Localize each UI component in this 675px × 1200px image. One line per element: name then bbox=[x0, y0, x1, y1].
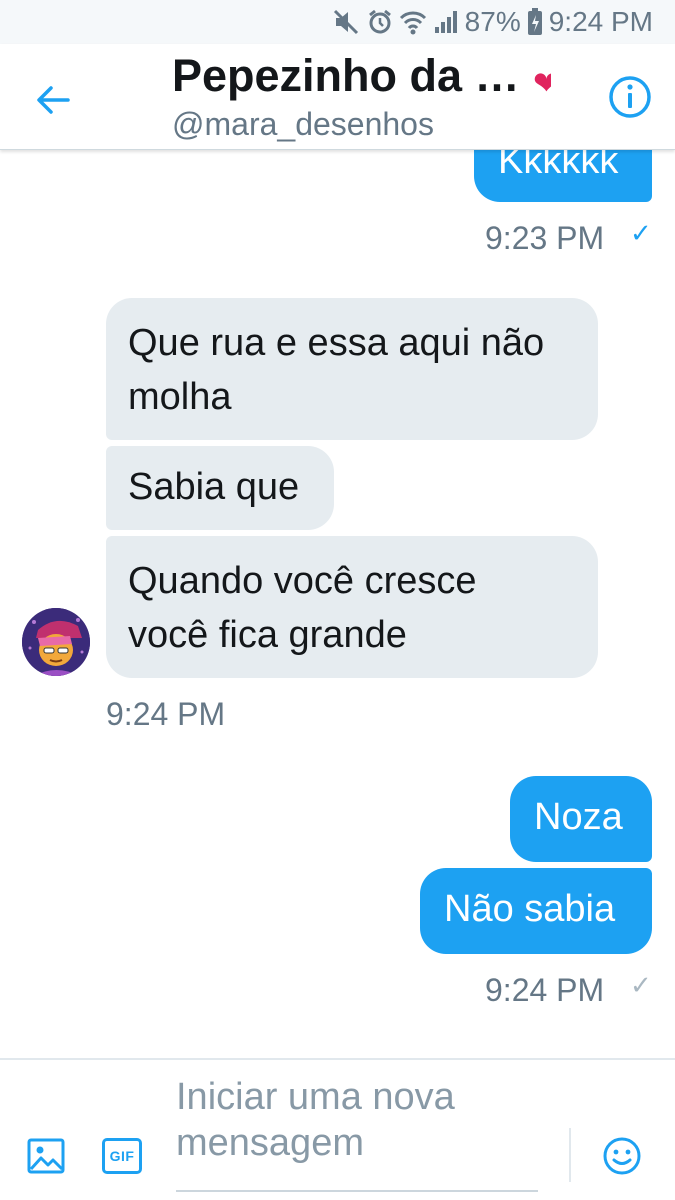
message-text: Kkkkkk bbox=[498, 150, 619, 182]
conversation-handle[interactable]: @mara_desenhos bbox=[172, 106, 434, 143]
message-timestamp: 9:23 PM bbox=[485, 220, 605, 256]
conversation-title[interactable]: Pepezinho da … bbox=[172, 50, 520, 102]
mute-icon bbox=[333, 9, 358, 35]
message-timestamp: 9:24 PM bbox=[106, 696, 226, 732]
message-input-placeholder: mensagem bbox=[176, 1122, 364, 1164]
composer-divider bbox=[569, 1128, 571, 1182]
sent-check-icon: ✓ bbox=[630, 970, 652, 1000]
image-icon bbox=[27, 1138, 65, 1174]
smiley-icon bbox=[603, 1137, 641, 1175]
message-input-placeholder: Iniciar uma nova bbox=[176, 1076, 455, 1118]
emoji-button[interactable] bbox=[602, 1136, 642, 1176]
status-time: 9:24 PM bbox=[548, 6, 653, 37]
status-bar: 87% 9:24 PM bbox=[0, 0, 675, 44]
heart-emoji-icon: ❤ bbox=[533, 66, 551, 100]
sender-avatar[interactable] bbox=[22, 608, 90, 676]
message-composer: GIF Iniciar uma nova mensagem bbox=[0, 1058, 675, 1200]
message-text: Noza bbox=[534, 796, 623, 838]
add-photo-button[interactable] bbox=[26, 1136, 66, 1176]
message-list[interactable]: Kkkkkk 9:23 PM ✓ Que rua e essa aqui não… bbox=[0, 150, 675, 1058]
info-icon bbox=[609, 76, 651, 118]
signal-icon bbox=[434, 11, 457, 33]
avatar-illustration-icon bbox=[22, 608, 90, 676]
alarm-icon bbox=[368, 9, 391, 34]
status-icons: 87% 9:24 PM bbox=[333, 6, 653, 38]
back-button[interactable] bbox=[30, 80, 76, 120]
message-timestamp: 9:24 PM bbox=[485, 972, 605, 1008]
message-text-line: Que rua e essa aqui não bbox=[128, 322, 545, 364]
back-arrow-icon bbox=[37, 86, 70, 114]
sent-check-icon: ✓ bbox=[630, 218, 652, 248]
info-button[interactable] bbox=[607, 74, 653, 120]
message-input[interactable]: Iniciar uma nova mensagem bbox=[176, 1074, 538, 1192]
conversation-header: Pepezinho da … ❤ @mara_desenhos bbox=[0, 44, 675, 150]
message-text-line: você fica grande bbox=[128, 614, 407, 656]
received-message-bubble[interactable]: Sabia que bbox=[106, 446, 334, 530]
battery-percent: 87% bbox=[464, 6, 521, 37]
message-text: Não sabia bbox=[444, 888, 616, 930]
sent-message-bubble[interactable]: Não sabia bbox=[420, 868, 652, 954]
wifi-icon bbox=[399, 11, 426, 35]
gif-button[interactable]: GIF bbox=[102, 1138, 142, 1174]
message-text-line: molha bbox=[128, 376, 232, 418]
received-message-bubble[interactable]: Quando você cresce você fica grande bbox=[106, 536, 598, 678]
sent-message-bubble[interactable]: Noza bbox=[510, 776, 652, 862]
message-text-line: Quando você cresce bbox=[128, 560, 477, 602]
sent-message-bubble[interactable]: Kkkkkk bbox=[474, 150, 652, 202]
message-text: Sabia que bbox=[128, 466, 300, 508]
received-message-bubble[interactable]: Que rua e essa aqui não molha bbox=[106, 298, 598, 440]
battery-charging-icon bbox=[527, 8, 542, 35]
